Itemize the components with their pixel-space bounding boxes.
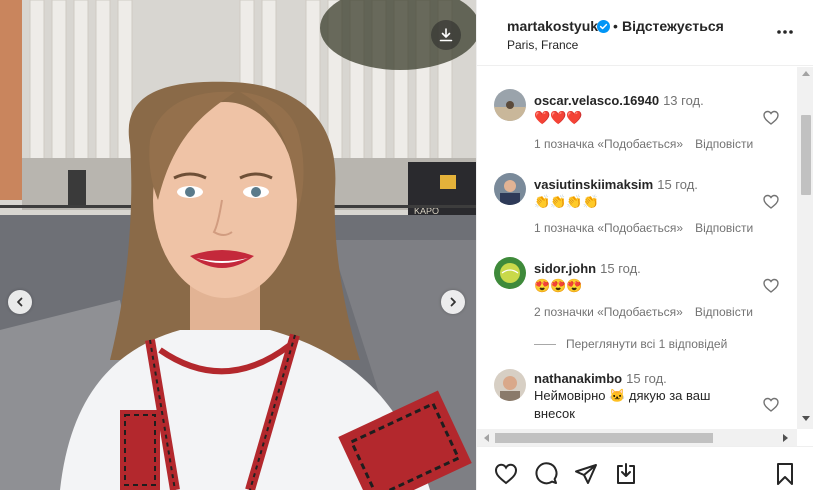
post-details-panel: martakostyuk • Відстежується Paris, Fran…	[476, 0, 813, 490]
post-header: martakostyuk • Відстежується Paris, Fran…	[477, 0, 813, 66]
scroll-down-icon[interactable]	[802, 416, 810, 421]
heart-icon[interactable]	[763, 194, 779, 210]
comment-time: 15 год.	[600, 261, 641, 276]
comment-meta: 1 позначка «Подобається» Відповісти	[534, 221, 753, 235]
scroll-right-icon[interactable]	[783, 434, 788, 442]
scroll-up-icon[interactable]	[802, 71, 810, 76]
header-separator: •	[613, 18, 618, 34]
comment-username[interactable]: oscar.velasco.16940 13 год.	[534, 93, 704, 108]
download-icon[interactable]	[614, 462, 638, 486]
comment-likes-count[interactable]: 1 позначка «Подобається»	[534, 137, 683, 151]
vertical-scrollbar[interactable]	[797, 67, 813, 429]
avatar[interactable]	[494, 89, 526, 121]
comment-item: oscar.velasco.16940 13 год. ❤️❤️❤️ 1 позн…	[477, 67, 797, 151]
post-photo[interactable]: KAPO	[0, 0, 476, 490]
comment-time: 13 год.	[663, 93, 704, 108]
more-icon[interactable]	[775, 22, 795, 42]
post-modal: KAPO martakostyuk • Відстежується Paris,…	[0, 0, 813, 490]
reply-button[interactable]: Відповісти	[695, 137, 753, 151]
heart-icon[interactable]	[763, 110, 779, 126]
avatar[interactable]	[494, 257, 526, 289]
horizontal-scroll-thumb[interactable]	[495, 433, 713, 443]
comment-item: nathanakimbo 15 год. Неймовірно 🐱 дякую з…	[477, 355, 797, 429]
avatar[interactable]	[494, 173, 526, 205]
replies-divider	[534, 344, 556, 346]
comment-likes-count[interactable]: 1 позначка «Подобається»	[534, 221, 683, 235]
comment-username[interactable]: nathanakimbo 15 год.	[534, 371, 667, 386]
comment-text: ❤️❤️❤️	[534, 110, 583, 125]
comment-meta: 1 позначка «Подобається» Відповісти	[534, 137, 753, 151]
comments-list[interactable]: oscar.velasco.16940 13 год. ❤️❤️❤️ 1 позн…	[477, 67, 797, 429]
following-button[interactable]: Відстежується	[622, 18, 724, 34]
vertical-scroll-thumb[interactable]	[801, 115, 811, 195]
heart-icon[interactable]	[763, 278, 779, 294]
share-icon[interactable]	[574, 462, 598, 486]
avatar[interactable]	[494, 369, 526, 401]
download-button[interactable]	[431, 20, 461, 50]
previous-image-button[interactable]	[8, 290, 32, 314]
reply-button[interactable]: Відповісти	[695, 305, 753, 319]
comment-username[interactable]: vasiutinskiimaksim 15 год.	[534, 177, 698, 192]
next-image-button[interactable]	[441, 290, 465, 314]
view-replies-button[interactable]: Переглянути всі 1 відповідей	[534, 337, 727, 351]
comment-text: Неймовірно 🐱 дякую за ваш внесок	[534, 388, 711, 421]
post-location[interactable]: Paris, France	[507, 38, 578, 52]
comment-likes-count[interactable]: 2 позначки «Подобається»	[534, 305, 683, 319]
heart-icon[interactable]	[763, 397, 779, 413]
post-actions-bar	[477, 446, 813, 490]
comment-meta: 2 позначки «Подобається» Відповісти	[534, 305, 753, 319]
scroll-left-icon[interactable]	[484, 434, 489, 442]
comment-item: vasiutinskiimaksim 15 год. 👏👏👏👏 1 позначк…	[477, 151, 797, 235]
heart-icon[interactable]	[494, 462, 518, 486]
comment-text: 👏👏👏👏	[534, 194, 599, 209]
comment-time: 15 год.	[626, 371, 667, 386]
horizontal-scrollbar[interactable]	[477, 429, 797, 446]
selfie-image: KAPO	[0, 0, 476, 490]
chevron-left-icon	[17, 297, 23, 307]
view-replies-label: Переглянути всі 1 відповідей	[566, 337, 728, 351]
chevron-right-icon	[450, 297, 456, 307]
author-username[interactable]: martakostyuk	[507, 18, 598, 34]
comment-text: 😍😍😍	[534, 278, 583, 293]
reply-button[interactable]: Відповісти	[695, 221, 753, 235]
save-icon[interactable]	[773, 462, 797, 486]
comment-time: 15 год.	[657, 177, 698, 192]
verified-icon	[597, 20, 610, 33]
download-icon	[439, 28, 453, 42]
comment-username[interactable]: sidor.john 15 год.	[534, 261, 641, 276]
comment-icon[interactable]	[534, 462, 558, 486]
